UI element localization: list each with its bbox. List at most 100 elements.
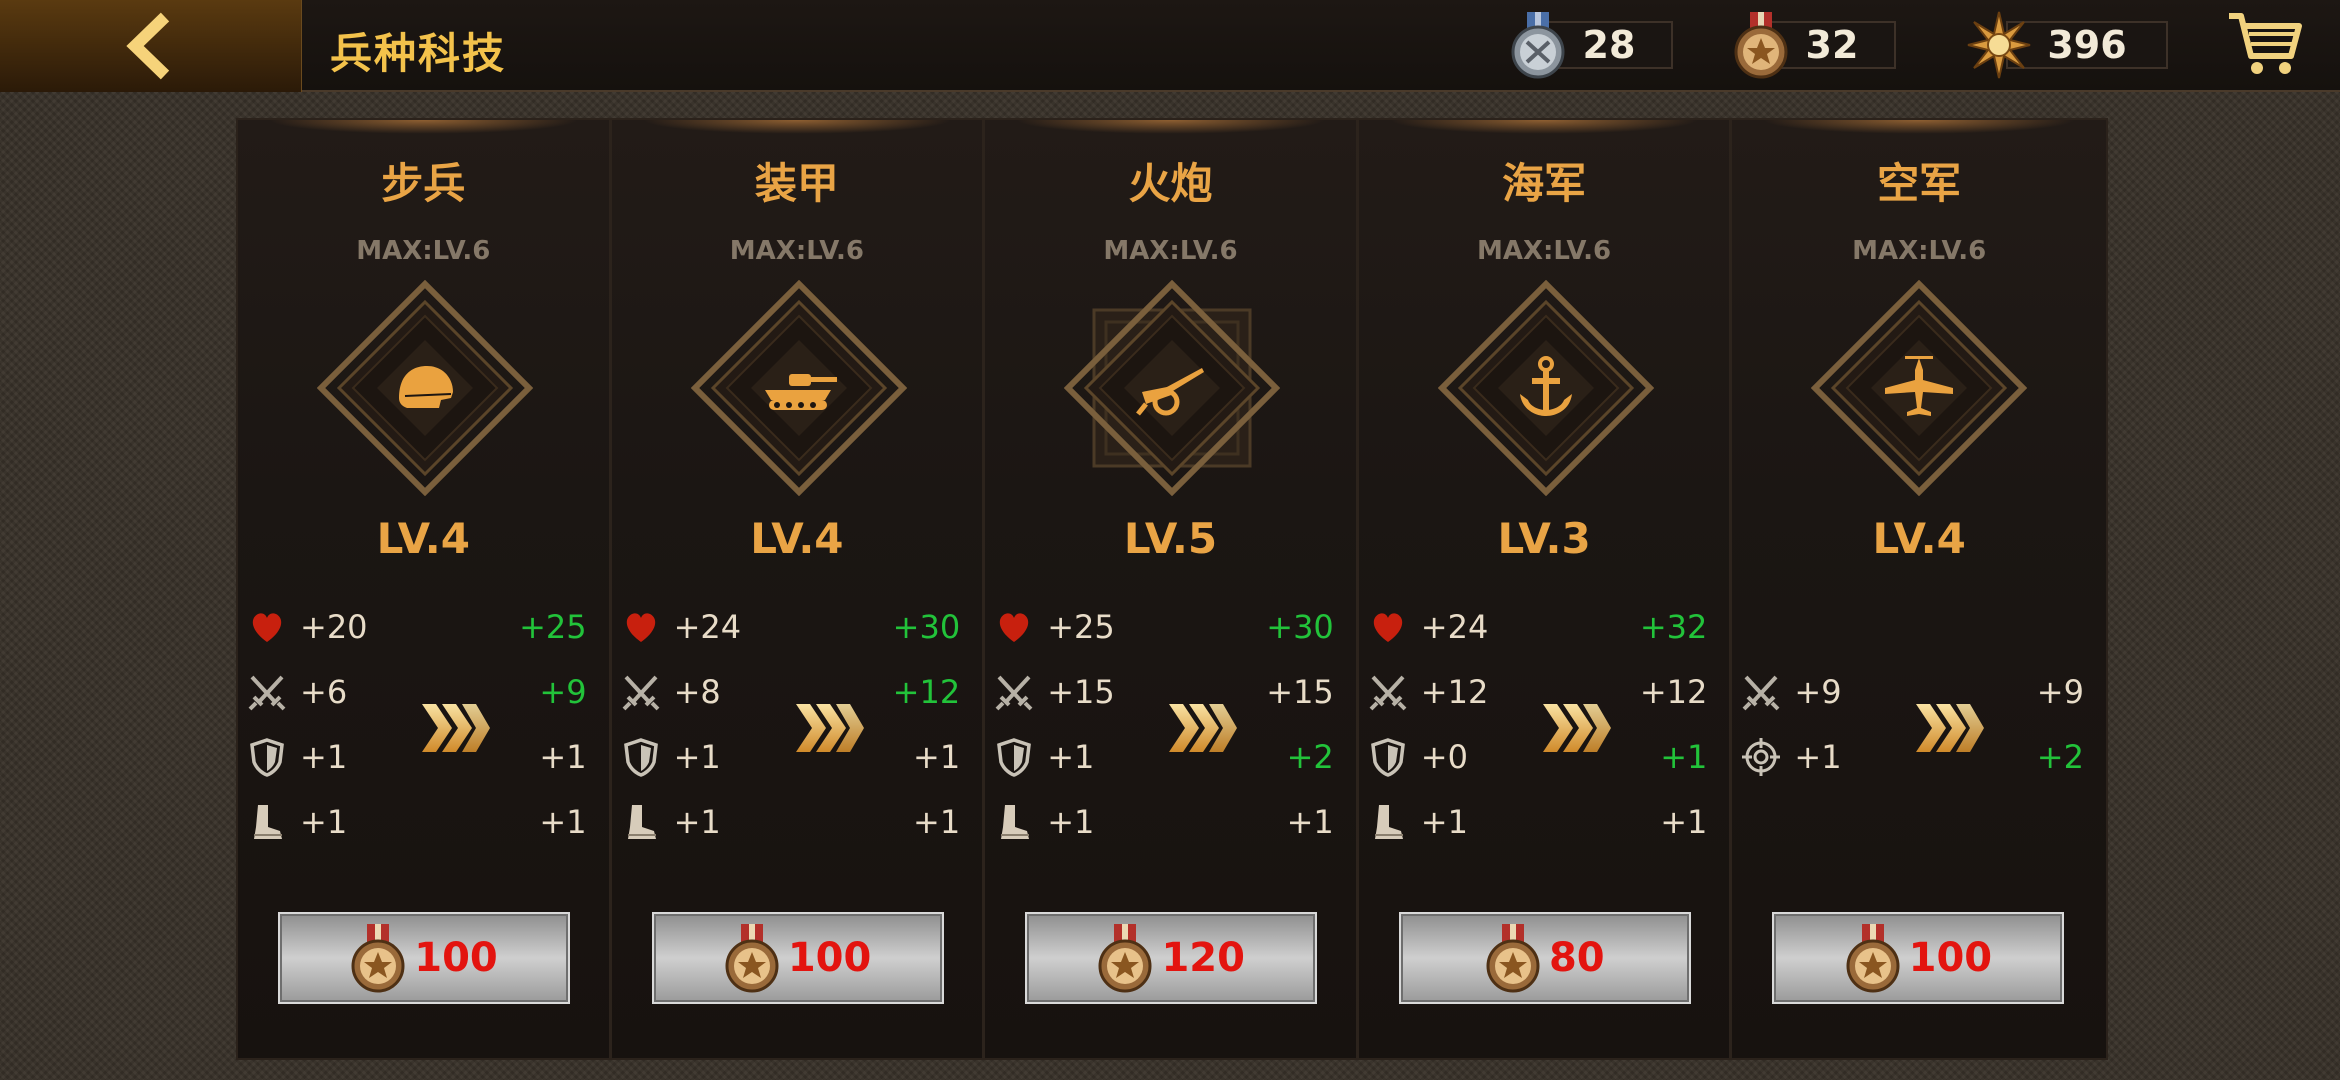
boot-icon [620, 801, 662, 843]
stat-next: +1 [1286, 803, 1334, 841]
stat-current: +1 [1047, 738, 1095, 776]
bronze-medal-icon [1485, 922, 1541, 994]
tech-card[interactable]: 步兵 MAX:LV.6 LV.4 +20 +25 +6 +9 +1 +1 +1 … [238, 120, 612, 1058]
upgrade-arrow-icon [1912, 698, 1984, 758]
boot-icon [1367, 801, 1409, 843]
back-button[interactable] [0, 0, 302, 92]
unit-name: 火炮 [1128, 159, 1213, 208]
stat-list: +24 +30 +8 +12 +1 +1 +1 +1 [612, 604, 983, 864]
swords-icon [246, 671, 288, 713]
stat-row: +25 +30 [985, 604, 1356, 654]
stat-row: +1 +1 [1359, 799, 1730, 849]
stat-row: +24 +32 [1359, 604, 1730, 654]
bronze-medal-icon [1845, 922, 1901, 994]
stat-next: +1 [539, 803, 587, 841]
stat-current: +24 [1420, 608, 1489, 646]
max-level: MAX:LV.6 [356, 236, 491, 266]
stat-current: +0 [1420, 738, 1468, 776]
stat-current: +24 [673, 608, 742, 646]
stat-next: +1 [1660, 803, 1708, 841]
crosshair-icon [1740, 736, 1782, 778]
resource-bronze-medal: 32 [1728, 10, 1896, 80]
stat-next: +1 [913, 803, 961, 841]
shop-cart-icon[interactable] [2225, 6, 2305, 82]
back-arrow-icon [125, 12, 169, 80]
upgrade-cost: 80 [1548, 935, 1605, 981]
bronze-medal-icon [1734, 12, 1788, 79]
stat-next: +9 [2036, 673, 2084, 711]
silver-medal-icon [1511, 12, 1565, 79]
swords-icon [620, 671, 662, 713]
tech-card[interactable]: 空军 MAX:LV.6 LV.4 +9 +9 +1 +2 100 [1732, 120, 2106, 1058]
stat-next: +9 [539, 673, 587, 711]
upgrade-cost: 100 [1908, 935, 1993, 981]
unit-name: 步兵 [381, 159, 466, 208]
stat-current: +20 [300, 608, 368, 646]
stat-list: +9 +9 +1 +2 [1732, 604, 2106, 864]
stat-next: +30 [1266, 608, 1334, 646]
stat-current: +1 [1420, 803, 1468, 841]
max-level: MAX:LV.6 [729, 236, 864, 266]
stat-next: +12 [892, 673, 961, 711]
shield-icon [246, 736, 288, 778]
upgrade-button[interactable]: 100 [278, 912, 570, 1004]
upgrade-cost: 120 [1161, 935, 1245, 981]
upgrade-button[interactable]: 120 [1025, 912, 1318, 1004]
stat-list: +20 +25 +6 +9 +1 +1 +1 +1 [238, 604, 609, 864]
stat-row: +1 +1 [612, 799, 983, 849]
max-level: MAX:LV.6 [1103, 236, 1238, 266]
shield-icon [620, 736, 662, 778]
upgrade-button[interactable]: 100 [651, 912, 944, 1004]
swords-icon [1367, 671, 1409, 713]
star-badge-icon [1967, 11, 2031, 79]
stat-current: +9 [1794, 673, 1842, 711]
page-title: 兵种科技 [330, 29, 507, 78]
stat-list: +25 +30 +15 +15 +1 +2 +1 +1 [985, 604, 1356, 864]
boot-icon [246, 801, 288, 843]
stat-current: +1 [1047, 803, 1095, 841]
current-level: LV.4 [376, 514, 470, 563]
stat-current: +1 [673, 803, 721, 841]
bronze-medal-icon [724, 922, 780, 994]
max-level: MAX:LV.6 [1476, 236, 1612, 266]
stat-current: +25 [1047, 608, 1115, 646]
tech-card[interactable]: 海军 MAX:LV.6 LV.3 +24 +32 +12 +12 +0 +1 +… [1358, 120, 1733, 1058]
swords-icon [993, 671, 1035, 713]
stat-current: +15 [1047, 673, 1115, 711]
boot-icon [993, 801, 1035, 843]
max-level: MAX:LV.6 [1852, 236, 1987, 266]
tech-card[interactable]: 火炮 MAX:LV.6 LV.5 +25 +30 +15 +15 +1 +2 +… [985, 120, 1359, 1058]
stat-next: +1 [1660, 738, 1708, 776]
heart-icon [620, 606, 662, 648]
unit-emblem [316, 279, 534, 497]
stat-next: +32 [1639, 608, 1708, 646]
current-level: LV.4 [750, 514, 844, 563]
upgrade-arrow-icon [418, 698, 490, 758]
unit-name: 装甲 [754, 159, 839, 208]
tech-card[interactable]: 装甲 MAX:LV.6 LV.4 +24 +30 +8 +12 +1 +1 +1… [611, 120, 986, 1058]
top-bar: 兵种科技 28 32 396 [0, 0, 2340, 92]
stat-next: +2 [1286, 738, 1334, 776]
upgrade-button[interactable]: 100 [1772, 912, 2065, 1004]
stat-current: +1 [1794, 738, 1842, 776]
stat-next: +2 [2036, 738, 2084, 776]
heart-icon [246, 606, 288, 648]
stat-current: +6 [300, 673, 348, 711]
current-level: LV.3 [1497, 514, 1591, 563]
upgrade-button[interactable]: 80 [1398, 912, 1691, 1004]
upgrade-cost: 100 [414, 935, 498, 981]
resource-star-badge: 396 [1966, 10, 2168, 80]
stat-next: +1 [539, 738, 587, 776]
current-level: LV.4 [1872, 514, 1966, 563]
stat-current: +12 [1420, 673, 1489, 711]
bronze-medal-icon [350, 922, 406, 994]
current-level: LV.5 [1123, 514, 1218, 563]
upgrade-arrow-icon [1539, 698, 1611, 758]
bronze-medal-icon [1097, 922, 1153, 994]
stat-list: +24 +32 +12 +12 +0 +1 +1 +1 [1359, 604, 1730, 864]
upgrade-cost: 100 [787, 935, 872, 981]
stat-next: +25 [519, 608, 587, 646]
unit-name: 空军 [1877, 159, 1962, 208]
stat-next: +1 [913, 738, 961, 776]
stat-current: +1 [673, 738, 721, 776]
